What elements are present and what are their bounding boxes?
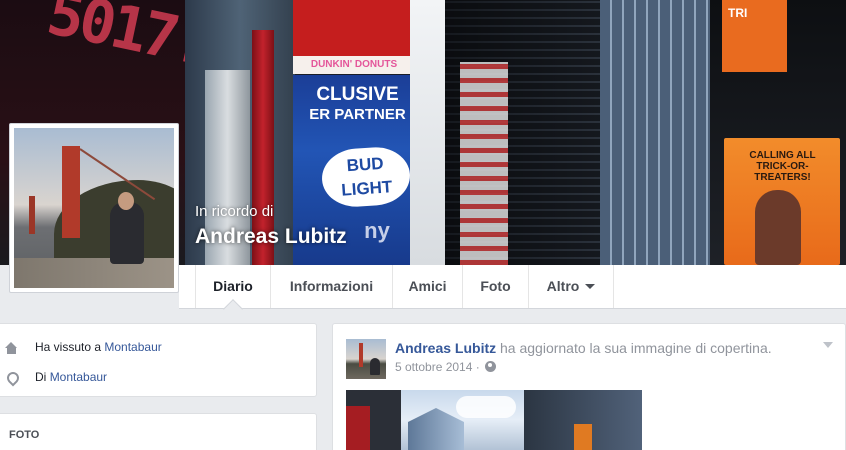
post-options-chevron-icon[interactable]: [823, 342, 833, 348]
tab-altro-label: Altro: [546, 278, 580, 294]
memorial-label: In ricordo di: [195, 203, 274, 220]
post-avatar-person: [370, 358, 380, 375]
profile-picture-image: [14, 128, 174, 288]
post-image-red-sign: [346, 406, 370, 450]
location-pin-icon: [5, 372, 21, 384]
post-action-text: ha aggiornato la sua immagine di coperti…: [500, 340, 772, 356]
chevron-down-icon: [585, 283, 596, 289]
from-place-link[interactable]: Montabaur: [50, 370, 107, 384]
cover-orange-sign: TRI: [722, 0, 787, 72]
post-avatar[interactable]: [346, 339, 386, 379]
post-meta: 5 ottobre 2014 ·: [395, 360, 497, 374]
cover-sky: [410, 0, 450, 265]
post-avatar-bridge-tower: [359, 343, 363, 367]
cover-dunkin-sign: DUNKIN' DONUTS: [293, 56, 415, 74]
photos-heading[interactable]: FOTO: [9, 429, 39, 441]
profile-picture-person: [110, 202, 144, 264]
post-image-tower: [408, 408, 464, 450]
profile-picture[interactable]: [9, 123, 179, 293]
cover-glass-tower-2: [600, 0, 710, 265]
profile-picture-person-head: [118, 192, 134, 210]
lived-in-row: Ha vissuto a Montabaur: [5, 337, 162, 357]
post-header: Andreas Lubitz ha aggiornato la sua imma…: [395, 340, 772, 356]
tab-informazioni[interactable]: Informazioni: [271, 265, 393, 308]
post-card: Andreas Lubitz ha aggiornato la sua imma…: [332, 323, 846, 450]
profile-picture-bridge-tower: [62, 146, 80, 238]
profile-name[interactable]: Andreas Lubitz: [195, 225, 347, 249]
tab-altro[interactable]: Altro: [529, 265, 614, 308]
profile-picture-far-tower: [29, 196, 35, 234]
house-icon: [5, 341, 21, 354]
cover-bud-text-2: ER PARTNER: [309, 106, 406, 123]
globe-icon[interactable]: [485, 361, 497, 372]
cover-trick-text: CALLING ALL TRICK-OR-TREATERS!: [749, 150, 816, 183]
tab-amici[interactable]: Amici: [393, 265, 463, 308]
from-prefix: Di: [35, 370, 47, 384]
from-row: Di Montabaur: [5, 367, 107, 387]
photos-card: FOTO: [0, 413, 317, 450]
lived-in-place-link[interactable]: Montabaur: [104, 340, 161, 354]
post-author-link[interactable]: Andreas Lubitz: [395, 340, 496, 356]
cover-billboard-figure: [755, 190, 801, 265]
tab-foto[interactable]: Foto: [463, 265, 529, 308]
lived-in-prefix: Ha vissuto a: [35, 340, 102, 354]
profile-nav: Diario Informazioni Amici Foto Altro: [179, 265, 846, 309]
profile-picture-rock: [14, 258, 174, 288]
cover-ny-logo: ny: [364, 218, 390, 243]
cover-scaffold-sign: [460, 62, 508, 265]
meta-separator: ·: [475, 360, 480, 374]
cover-red-billboard: [293, 0, 411, 58]
intro-card: Ha vissuto a Montabaur Di Montabaur: [0, 323, 317, 397]
post-date-link[interactable]: 5 ottobre 2014: [395, 360, 472, 374]
post-image-orange-sign: [574, 424, 592, 450]
post-image-cloud: [456, 396, 516, 418]
cover-bud-text-1: CLUSIVE: [316, 84, 399, 105]
post-cover-image[interactable]: [346, 390, 642, 450]
